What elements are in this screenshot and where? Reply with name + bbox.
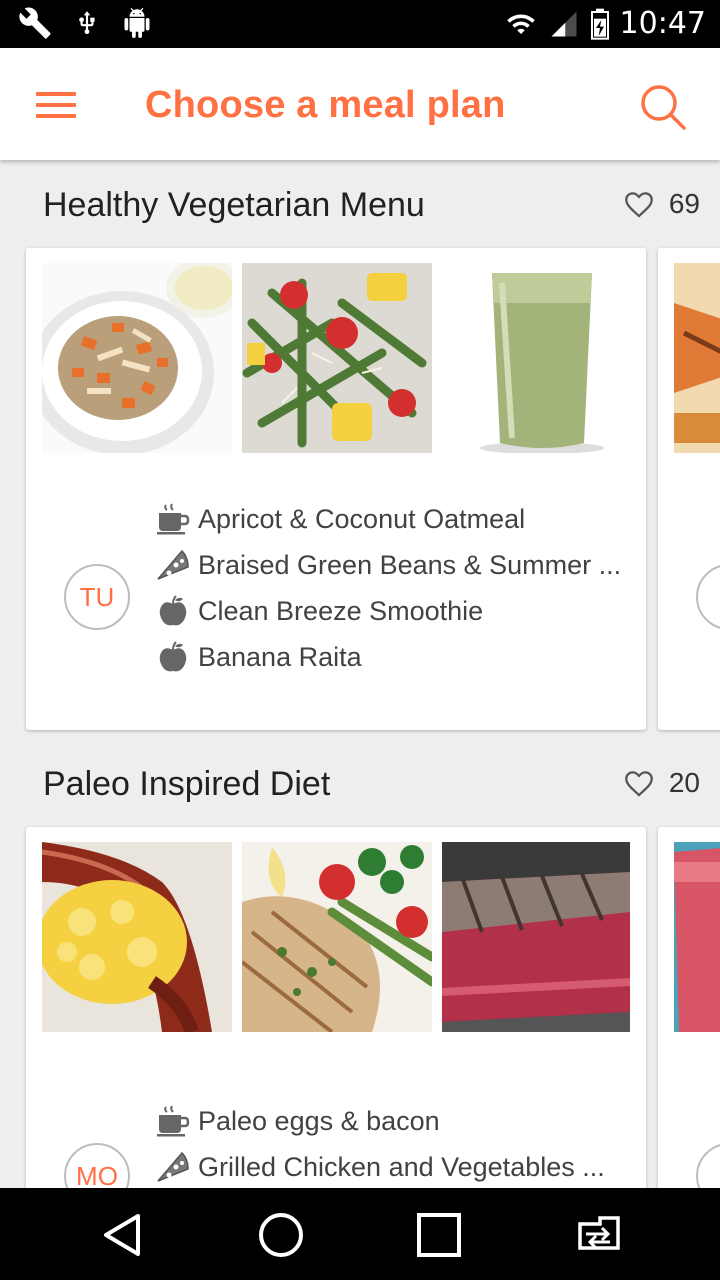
meal-name: Grilled Chicken and Vegetables ... <box>198 1151 605 1182</box>
meal-plan-section: Paleo Inspired Diet 20 MO Paleo eggs & b… <box>0 740 720 1188</box>
android-debug-icon <box>124 8 150 38</box>
app-bar: Choose a meal plan <box>0 48 720 160</box>
switch-window-icon <box>578 1216 620 1250</box>
meal-name: Paleo eggs & bacon <box>198 1105 440 1136</box>
meal-photo-green-beans <box>242 263 432 453</box>
day-badge: TU <box>64 564 130 630</box>
day-badge: MO <box>64 1143 130 1188</box>
meal-photo-smoothie <box>442 263 632 453</box>
plan-title: Healthy Vegetarian Menu <box>43 186 425 224</box>
heart-outline-icon <box>624 192 653 218</box>
like-count: 69 <box>668 188 700 219</box>
meal-photo-tuna-steak <box>442 842 630 1032</box>
meal-photo-peek <box>674 263 720 453</box>
meal-item: Grilled Chicken and Vegetables ... <box>156 1144 605 1188</box>
switch-window-button[interactable] <box>572 1210 622 1260</box>
meal-plan-card[interactable]: MO Paleo eggs & bacon Grilled Chicken an… <box>26 827 646 1188</box>
meal-list: Apricot & Coconut Oatmeal Braised Green … <box>156 496 621 680</box>
meal-plan-card[interactable]: TU Apricot & Coconut Oatmeal Braised Gre… <box>26 248 646 730</box>
meal-item: Clean Breeze Smoothie <box>156 588 621 634</box>
meal-item: Braised Green Beans & Summer ... <box>156 542 621 588</box>
search-button[interactable] <box>638 82 688 132</box>
page-title: Choose a meal plan <box>145 84 506 126</box>
meal-name: Clean Breeze Smoothie <box>198 595 484 626</box>
meal-plan-list[interactable]: Healthy Vegetarian Menu 69 TU Apricot & … <box>0 160 720 1188</box>
meal-item: Paleo eggs & bacon <box>156 1098 605 1144</box>
coffee-cup-icon <box>156 502 190 536</box>
heart-outline-icon <box>624 771 653 797</box>
meal-name: Apricot & Coconut Oatmeal <box>198 503 526 534</box>
meal-item: Banana Raita <box>156 634 621 680</box>
day-badge-peek <box>696 564 720 630</box>
day-badge-peek <box>696 1143 720 1188</box>
recents-button[interactable] <box>414 1210 464 1260</box>
hamburger-line <box>36 114 76 118</box>
clock-time: 10:47 <box>619 6 706 41</box>
plan-title: Paleo Inspired Diet <box>43 765 331 803</box>
next-plan-card-peek[interactable] <box>658 827 720 1188</box>
apple-icon <box>156 640 190 674</box>
wifi-icon <box>506 14 535 34</box>
back-button[interactable] <box>98 1210 148 1260</box>
meal-name: Braised Green Beans & Summer ... <box>198 549 622 580</box>
system-nav-bar <box>0 1188 720 1280</box>
status-bar: 10:47 <box>0 0 720 48</box>
pizza-slice-icon <box>156 548 190 582</box>
next-plan-card-peek[interactable] <box>658 248 720 730</box>
home-button[interactable] <box>256 1210 306 1260</box>
back-triangle-icon <box>104 1214 140 1256</box>
meal-name: Banana Raita <box>198 641 362 672</box>
pizza-slice-icon <box>156 1150 190 1184</box>
hamburger-line <box>36 103 76 107</box>
wrench-icon <box>19 7 51 39</box>
meal-photo-peek <box>674 842 720 1032</box>
meal-item: Apricot & Coconut Oatmeal <box>156 496 621 542</box>
recents-square-icon <box>417 1213 461 1257</box>
battery-charging-icon <box>590 8 609 40</box>
meal-photo-oatmeal <box>42 263 232 453</box>
meal-plan-section: Healthy Vegetarian Menu 69 TU Apricot & … <box>0 160 720 740</box>
hamburger-icon <box>36 92 76 96</box>
apple-icon <box>156 594 190 628</box>
like-button[interactable]: 20 <box>621 766 700 800</box>
coffee-cup-icon <box>156 1104 190 1138</box>
home-circle-icon <box>259 1213 303 1257</box>
like-button[interactable]: 69 <box>621 187 700 221</box>
search-icon <box>641 85 686 130</box>
meal-list: Paleo eggs & bacon Grilled Chicken and V… <box>156 1098 605 1188</box>
usb-icon <box>79 11 95 35</box>
meal-photo-grilled-chicken <box>242 842 432 1032</box>
like-count: 20 <box>668 767 700 798</box>
meal-photo-eggs-bacon <box>42 842 232 1032</box>
menu-button[interactable] <box>36 92 76 122</box>
signal-icon <box>551 11 577 37</box>
